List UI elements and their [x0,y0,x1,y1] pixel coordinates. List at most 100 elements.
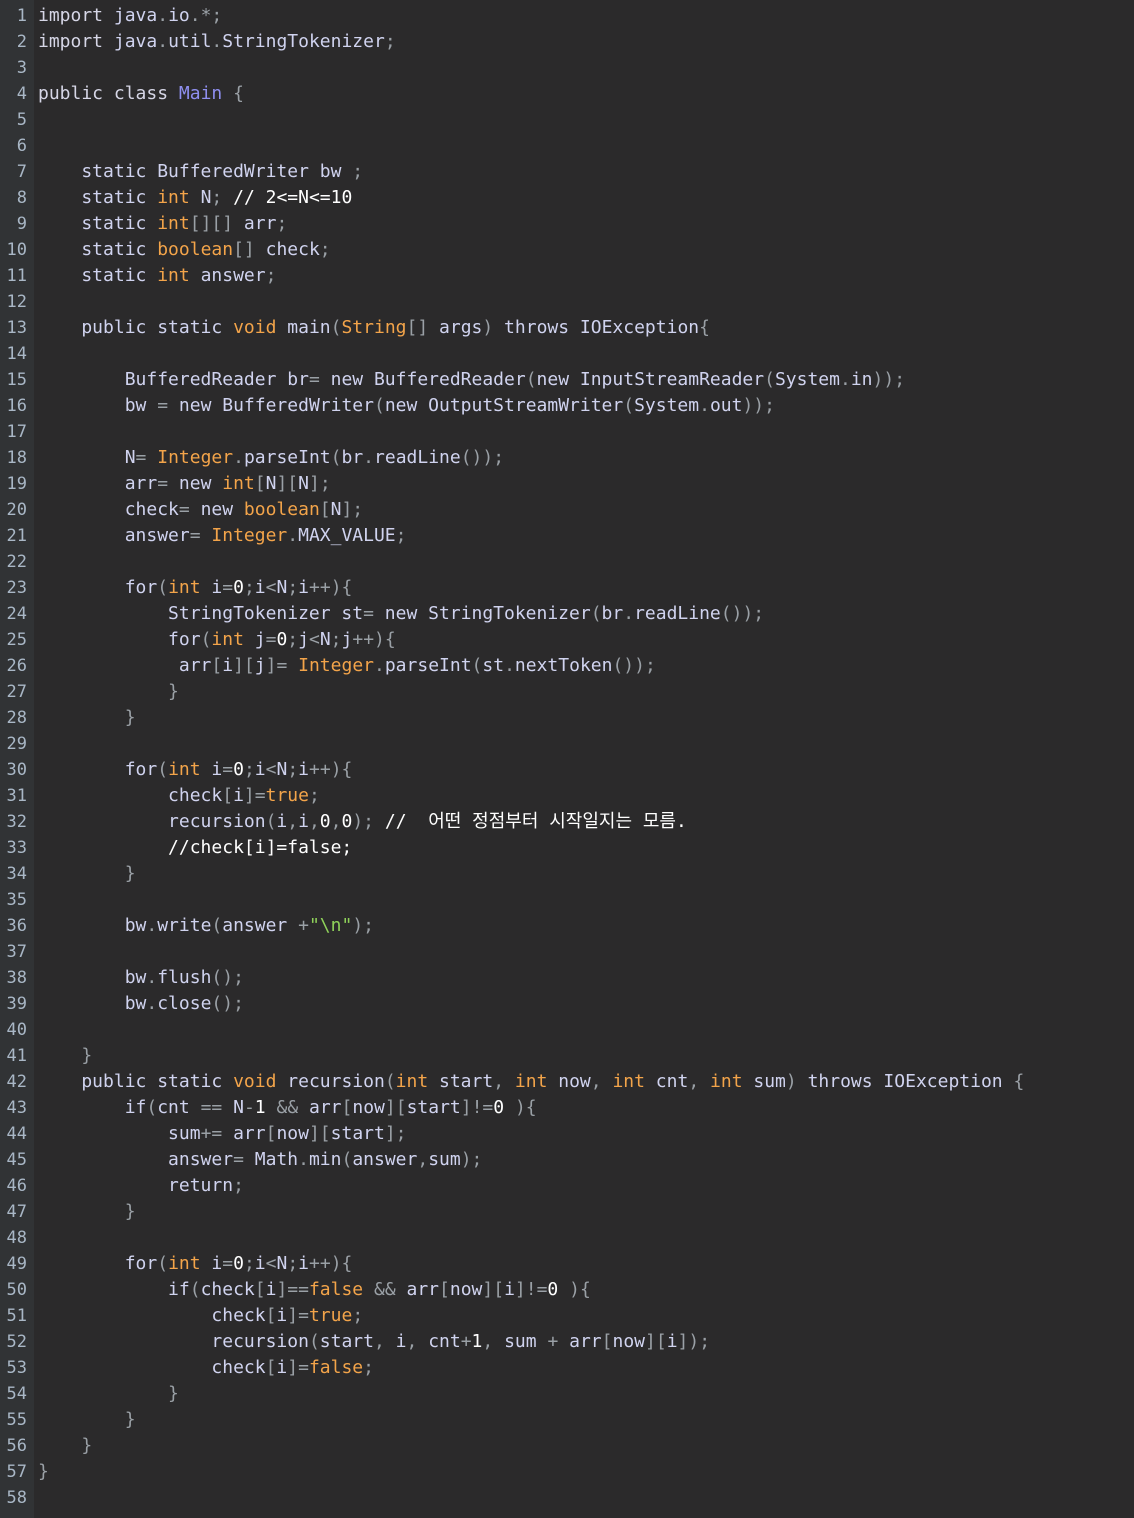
code-line[interactable]: BufferedReader br= new BufferedReader(ne… [34,367,1134,393]
code-token: . [504,655,515,676]
code-token: start [406,1097,461,1118]
code-line[interactable]: arr[i][j]= Integer.parseInt(st.nextToken… [34,653,1134,679]
code-line[interactable]: if(check[i]==false && arr[now][i]!=0 ){ [34,1277,1134,1303]
code-line[interactable]: } [34,1199,1134,1225]
code-token: for [38,1253,158,1274]
code-line[interactable]: import java.util.StringTokenizer; [34,29,1134,55]
code-line[interactable]: } [34,861,1134,887]
code-token: bw [38,993,147,1014]
code-token: . [699,395,710,416]
code-line[interactable]: } [34,679,1134,705]
code-token: [ [341,1097,353,1118]
code-token: public static [38,1071,234,1092]
code-token: new [189,499,244,520]
code-line[interactable]: bw.write(answer +"\n"); [34,913,1134,939]
code-token: recursion [38,811,266,832]
code-token: now [547,1071,591,1092]
code-line[interactable]: check= new boolean[N]; [34,497,1134,523]
code-token: = [135,447,147,468]
code-line[interactable]: check[i]=true; [34,783,1134,809]
code-line[interactable]: static int answer; [34,263,1134,289]
code-token: N [276,1253,288,1274]
code-token: , [373,1331,396,1352]
code-line[interactable]: recursion(i,i,0,0); // 어떤 정점부터 시작일지는 모름. [34,809,1134,835]
line-number: 47 [6,1202,27,1222]
code-token: ; [243,1253,255,1274]
code-line[interactable]: } [34,1459,1134,1485]
code-line[interactable] [34,939,1134,965]
code-token: util [168,31,212,52]
code-line[interactable]: } [34,1043,1134,1069]
code-token: )); [872,369,906,390]
code-token: now [612,1331,645,1352]
code-token: min [308,1149,342,1170]
code-line[interactable]: static int[][] arr; [34,211,1134,237]
code-line[interactable]: //check[i]=false; [34,835,1134,861]
code-line[interactable]: answer= Math.min(answer,sum); [34,1147,1134,1173]
code-line[interactable] [34,289,1134,315]
line-number: 53 [6,1358,27,1378]
code-line[interactable]: bw.close(); [34,991,1134,1017]
code-area[interactable]: import java.io.*; import java.util.String… [34,0,1134,1518]
code-line[interactable]: N= Integer.parseInt(br.readLine()); [34,445,1134,471]
code-line[interactable]: answer= Integer.MAX_VALUE; [34,523,1134,549]
code-token: arr [222,1123,266,1144]
code-line[interactable] [34,1485,1134,1511]
code-token: readLine [634,603,721,624]
code-line[interactable]: check[i]=false; [34,1355,1134,1381]
code-token: 0 [547,1279,559,1300]
code-line[interactable] [34,133,1134,159]
code-line[interactable]: } [34,1381,1134,1407]
code-token: "\n" [308,915,353,936]
line-number: 49 [6,1254,27,1274]
code-line[interactable]: if(cnt == N-1 && arr[now][start]!=0 ){ [34,1095,1134,1121]
code-line[interactable]: public class Main { [34,81,1134,107]
code-line[interactable]: public static void main(String[] args) t… [34,315,1134,341]
code-line[interactable] [34,55,1134,81]
code-token: i [298,811,309,832]
code-token: ][ [308,1123,331,1144]
code-line[interactable]: static BufferedWriter bw ; [34,159,1134,185]
line-number: 8 [16,188,27,208]
code-line[interactable]: check[i]=true; [34,1303,1134,1329]
code-line[interactable] [34,419,1134,445]
code-token: + [298,915,309,936]
code-line[interactable] [34,1225,1134,1251]
code-token: ]= [287,1357,309,1378]
code-line[interactable] [34,1017,1134,1043]
code-line[interactable]: StringTokenizer st= new StringTokenizer(… [34,601,1134,627]
code-editor[interactable]: 1 2 3 4 5 6 7 8 9 10 11 12 13 14 15 16 17 18 19 20 21 22 23 24 2… [0,0,1134,1518]
code-token: Integer [200,525,288,546]
code-line[interactable]: recursion(start, i, cnt+1, sum + arr[now… [34,1329,1134,1355]
code-line[interactable]: arr= new int[N][N]; [34,471,1134,497]
code-line[interactable]: } [34,1433,1134,1459]
code-line[interactable]: } [34,705,1134,731]
code-line[interactable]: for(int i=0;i<N;i++){ [34,1251,1134,1277]
code-line[interactable] [34,549,1134,575]
code-line[interactable]: static boolean[] check; [34,237,1134,263]
code-line[interactable] [34,731,1134,757]
code-line[interactable] [34,341,1134,367]
code-line[interactable]: public static void recursion(int start, … [34,1069,1134,1095]
code-token: [] [406,317,429,338]
code-token: new BufferedReader [319,369,526,390]
code-line[interactable]: bw = new BufferedWriter(new OutputStream… [34,393,1134,419]
code-line[interactable] [34,107,1134,133]
line-number: 10 [6,240,27,260]
code-line[interactable]: sum+= arr[now][start]; [34,1121,1134,1147]
code-line[interactable]: for(int i=0;i<N;i++){ [34,575,1134,601]
code-line[interactable]: static int N; // 2<=N<=10 [34,185,1134,211]
code-line[interactable] [34,887,1134,913]
code-line[interactable]: import java.io.*; [34,3,1134,29]
code-token: throws IOException [493,317,700,338]
code-token: sum [742,1071,786,1092]
code-token: st [482,655,505,676]
code-token: i [254,1253,266,1274]
code-line[interactable]: return; [34,1173,1134,1199]
code-line[interactable]: for(int j=0;j<N;j++){ [34,627,1134,653]
code-line[interactable]: } [34,1407,1134,1433]
code-line[interactable]: for(int i=0;i<N;i++){ [34,757,1134,783]
code-line[interactable]: bw.flush(); [34,965,1134,991]
code-token: = [189,525,201,546]
code-token: N [330,499,342,520]
